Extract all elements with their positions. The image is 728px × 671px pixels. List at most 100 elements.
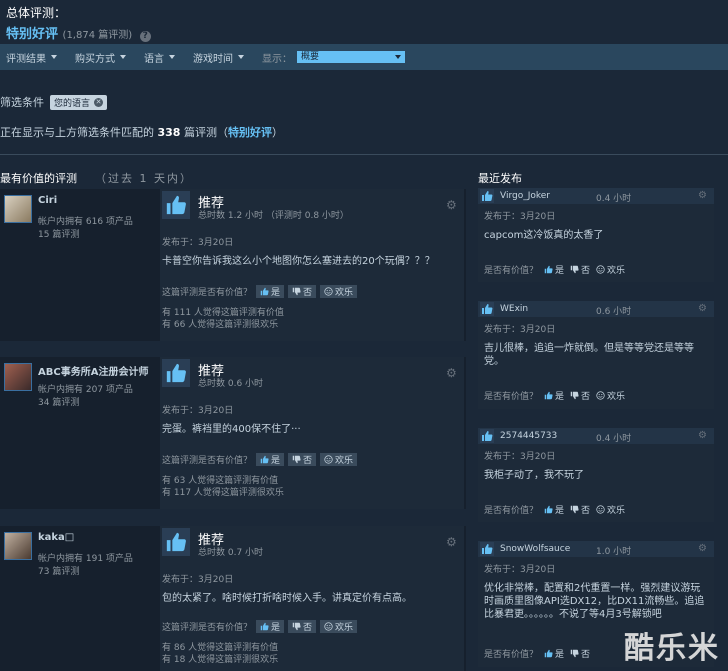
- display-label: 显示：: [262, 53, 292, 65]
- smile-icon: [596, 265, 605, 274]
- recent-hours: 1.0 小时: [596, 547, 632, 557]
- helpful-votes: 这篇评测是否有价值？ 是 否 欢乐: [162, 620, 358, 633]
- recent-text: capcom这冷饭真的太香了: [484, 230, 604, 241]
- recent-date: 发布于：3月20日: [484, 452, 556, 462]
- smile-icon: [324, 622, 333, 631]
- vote-no-button[interactable]: 否: [570, 503, 590, 516]
- steam-icon: ⚙: [698, 303, 707, 314]
- recent-title: 最近发布: [478, 172, 522, 185]
- close-icon[interactable]: ✕: [94, 97, 104, 107]
- thumbs-up-icon: [480, 429, 494, 443]
- vote-yes-button[interactable]: 是: [544, 389, 564, 402]
- vote-funny-button[interactable]: 欢乐: [320, 620, 358, 633]
- vote-yes-button[interactable]: 是: [544, 263, 564, 276]
- thumbs-up-icon: [544, 265, 553, 274]
- summary-count: (1,874 篇评测): [62, 30, 133, 41]
- vote-yes-button[interactable]: 是: [256, 620, 285, 633]
- recent-author-name[interactable]: SnowWolfsauce: [500, 544, 570, 554]
- avatar[interactable]: [4, 532, 32, 560]
- recent-date: 发布于：3月20日: [484, 212, 556, 222]
- author-products: 帐户内拥有 207 项产品: [38, 385, 133, 395]
- steam-icon: ⚙: [446, 535, 457, 549]
- steam-icon: ⚙: [698, 190, 707, 201]
- author-name[interactable]: Ciri: [38, 195, 57, 206]
- vote-funny-button[interactable]: 欢乐: [320, 285, 358, 298]
- vote-no-button[interactable]: 否: [288, 620, 317, 633]
- author-products: 帐户内拥有 191 项产品: [38, 554, 133, 564]
- smile-icon: [596, 391, 605, 400]
- recent-review-card: 2574445733 0.4 小时 ⚙ 发布于：3月20日 我柜子动了，我不玩了…: [478, 428, 714, 522]
- funny-count: 有 18 人觉得这篇评测很欢乐: [162, 655, 279, 665]
- thumbs-down-icon: [570, 505, 579, 514]
- review-date: 发布于：3月20日: [162, 575, 234, 585]
- recent-text: 优化非常棒，配置和2代重置一样。强烈建议游玩时画质里图像API选DX12，比DX…: [484, 583, 705, 620]
- author-name[interactable]: ABC事务所A注册会计师: [38, 363, 148, 378]
- review-body: 推荐 总时数 0.7 小时 ⚙ 发布于：3月20日 包的太紧了。啥时候打折啥时候…: [160, 526, 464, 671]
- vote-no-button[interactable]: 否: [570, 647, 590, 660]
- chevron-down-icon: [51, 55, 57, 59]
- author-reviews[interactable]: 15 篇评测: [38, 227, 79, 240]
- review-date: 发布于：3月20日: [162, 406, 234, 416]
- thumbs-up-icon: [544, 649, 553, 658]
- recent-helpful: 是否有价值？ 是 否 欢乐: [484, 389, 625, 402]
- recent-text: 吉儿很棒，追追一炸就倒。但是等等党还是等等党。: [484, 343, 694, 367]
- thumbs-up-icon: [544, 391, 553, 400]
- filter-purchase-type[interactable]: 购买方式: [75, 50, 126, 65]
- chevron-down-icon: [120, 55, 126, 59]
- author-reviews[interactable]: 34 篇评测: [38, 395, 79, 408]
- help-icon[interactable]: ?: [139, 31, 151, 42]
- funny-count: 有 66 人觉得这篇评测很欢乐: [162, 320, 279, 330]
- display-select[interactable]: 概要: [297, 51, 405, 63]
- recent-author-name[interactable]: WExin: [500, 304, 528, 314]
- smile-icon: [596, 505, 605, 514]
- vote-yes-button[interactable]: 是: [544, 647, 564, 660]
- thumbs-up-icon: [260, 622, 269, 631]
- recent-helpful: 是否有价值？ 是 否 欢乐: [484, 263, 625, 276]
- helpful-count: 有 86 人觉得这篇评测有价值: [162, 643, 279, 653]
- vote-funny-button[interactable]: 欢乐: [596, 503, 625, 516]
- steam-icon: ⚙: [698, 543, 707, 554]
- thumbs-down-icon: [292, 287, 301, 296]
- recent-author-name[interactable]: 2574445733: [500, 431, 557, 441]
- author-name[interactable]: kaka□: [38, 532, 74, 543]
- filter-playtime[interactable]: 游戏时间: [193, 50, 244, 65]
- display-control: 显示： 概要: [262, 50, 405, 65]
- thumbs-up-icon: [162, 359, 190, 387]
- review-date: 发布于：3月20日: [162, 238, 234, 248]
- review-card: Ciri 帐户内拥有 616 项产品 15 篇评测 推荐 总时数 1.2 小时 …: [0, 189, 466, 341]
- watermark: 酷乐米: [624, 631, 720, 666]
- filter-bar: 评测结果 购买方式 语言 游戏时间 显示： 概要: [0, 44, 728, 70]
- divider: [0, 154, 728, 155]
- vote-yes-button[interactable]: 是: [256, 453, 285, 466]
- thumbs-up-icon: [260, 455, 269, 464]
- vote-funny-button[interactable]: 欢乐: [320, 453, 358, 466]
- summary-score[interactable]: 特别好评 (1,874 篇评测) ?: [6, 23, 722, 42]
- author-reviews[interactable]: 73 篇评测: [38, 564, 79, 577]
- vote-no-button[interactable]: 否: [570, 389, 590, 402]
- vote-no-button[interactable]: 否: [288, 453, 317, 466]
- recent-text: 我柜子动了，我不玩了: [484, 470, 584, 481]
- avatar[interactable]: [4, 195, 32, 223]
- filter-tag-language[interactable]: 您的语言 ✕: [50, 94, 108, 110]
- vote-yes-button[interactable]: 是: [544, 503, 564, 516]
- helpful-votes: 这篇评测是否有价值？ 是 否 欢乐: [162, 285, 358, 298]
- review-hours: 总时数 1.2 小时 （评测时 0.8 小时）: [198, 211, 349, 221]
- avatar[interactable]: [4, 363, 32, 391]
- summary-label: 总体评测：: [6, 6, 67, 20]
- review-text: 卡普空你告诉我这么小个地图你怎么塞进去的20个玩偶？？？: [162, 256, 435, 267]
- vote-no-button[interactable]: 否: [570, 263, 590, 276]
- filter-language[interactable]: 语言: [144, 50, 175, 65]
- recent-author-name[interactable]: Virgo_Joker: [500, 191, 550, 201]
- vote-no-button[interactable]: 否: [288, 285, 317, 298]
- vote-funny-button[interactable]: 欢乐: [596, 389, 625, 402]
- showing-count: 正在显示与上方筛选条件匹配的 338 篇评测（特别好评）: [0, 126, 283, 139]
- filter-review-type[interactable]: 评测结果: [6, 50, 57, 65]
- thumbs-up-icon: [162, 191, 190, 219]
- vote-yes-button[interactable]: 是: [256, 285, 285, 298]
- steam-icon: ⚙: [446, 198, 457, 212]
- vote-funny-button[interactable]: 欢乐: [596, 263, 625, 276]
- review-text: 包的太紧了。啥时候打折啥时候入手。讲真定价有点高。: [162, 593, 412, 604]
- thumbs-up-icon: [480, 302, 494, 316]
- recent-hours: 0.6 小时: [596, 307, 632, 317]
- recent-hours: 0.4 小时: [596, 194, 632, 204]
